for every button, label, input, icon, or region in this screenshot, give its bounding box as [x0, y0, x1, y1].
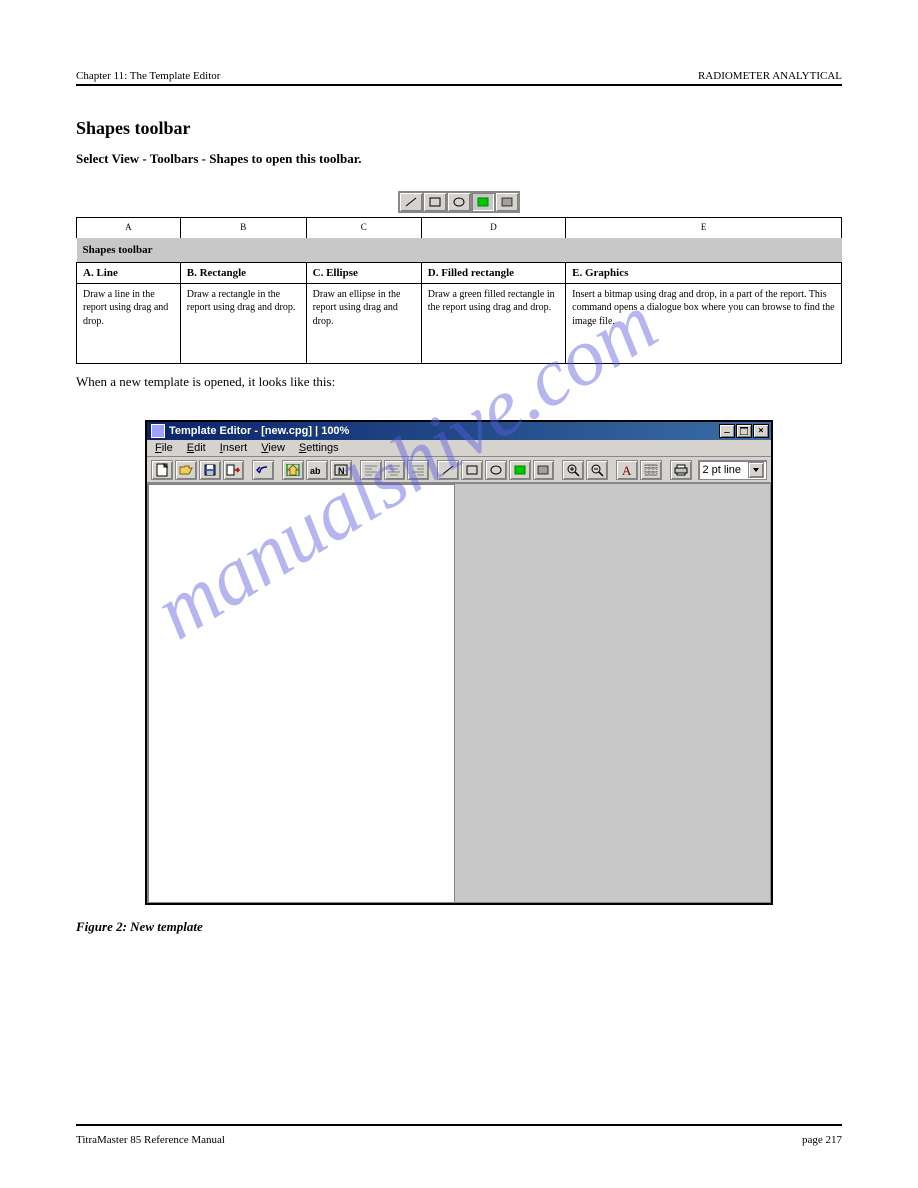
align-center-button[interactable] [384, 460, 406, 480]
svg-text:ab: ab [310, 466, 321, 476]
cell-desc-e: Insert a bitmap using drag and drop, in … [566, 283, 842, 363]
dropdown-label: 2 pt line [703, 464, 742, 476]
figure-intro-para: When a new template is opened, it looks … [76, 374, 842, 391]
menubar: File Edit Insert View Settings [147, 440, 771, 457]
cell-desc-c: Draw an ellipse in the report using drag… [306, 283, 421, 363]
save-button[interactable] [199, 460, 221, 480]
col-label-e: E [566, 218, 842, 238]
menu-settings[interactable]: Settings [299, 442, 339, 454]
home-button[interactable] [282, 460, 304, 480]
figure-caption: Figure 2: New template [76, 919, 842, 935]
zoom-out-button[interactable] [586, 460, 608, 480]
cell-name-b: B. Rectangle [180, 262, 306, 283]
col-label-d: D [421, 218, 565, 238]
field-button[interactable]: N [330, 460, 352, 480]
line-icon [399, 192, 423, 212]
titlebar: Template Editor - [new.cpg] | 100% _ × [147, 422, 771, 440]
window-title: Template Editor - [new.cpg] | 100% [169, 425, 349, 437]
footer-right: page 217 [802, 1134, 842, 1146]
print-button[interactable] [670, 460, 692, 480]
section-title: Shapes toolbar [76, 118, 842, 139]
section-subtitle: Select View - Toolbars - Shapes to open … [76, 151, 842, 167]
cell-name-e: E. Graphics [566, 262, 842, 283]
header-left: Chapter 11: The Template Editor [76, 70, 220, 82]
header-rule [76, 84, 842, 86]
font-button[interactable]: A [616, 460, 638, 480]
new-button[interactable] [151, 460, 173, 480]
app-icon [151, 424, 165, 438]
open-button[interactable] [175, 460, 197, 480]
header-right: RADIOMETER ANALYTICAL [698, 70, 842, 82]
cell-name-a: A. Line [77, 262, 181, 283]
cell-desc-d: Draw a green filled rectangle in the rep… [421, 283, 565, 363]
menu-view[interactable]: View [261, 442, 285, 454]
toolbar-filled-rectangle-icon[interactable] [509, 460, 531, 480]
close-button[interactable]: × [753, 424, 769, 438]
align-right-button[interactable] [407, 460, 429, 480]
shapes-toolbar-image [398, 191, 520, 213]
exit-button[interactable] [223, 460, 245, 480]
menu-file[interactable]: File [155, 442, 173, 454]
graphics-icon [495, 192, 519, 212]
toolbar-line-icon[interactable] [437, 460, 459, 480]
grid-button[interactable] [640, 460, 662, 480]
undo-button[interactable] [252, 460, 274, 480]
canvas-area [147, 483, 771, 903]
filled-rectangle-icon [471, 192, 495, 212]
ellipse-icon [447, 192, 471, 212]
svg-text:A: A [622, 463, 632, 477]
main-toolbar: ab N A 2 pt line [147, 457, 771, 483]
shapes-toolbar-table: A B C D E Shapes toolbar A. Line B. Rect… [76, 185, 842, 364]
chevron-down-icon [748, 462, 764, 478]
minimize-button[interactable]: _ [719, 424, 735, 438]
menu-edit[interactable]: Edit [187, 442, 206, 454]
template-editor-window: Template Editor - [new.cpg] | 100% _ × F… [145, 420, 773, 905]
template-canvas[interactable] [147, 483, 455, 903]
cell-name-d: D. Filled rectangle [421, 262, 565, 283]
col-label-a: A [77, 218, 181, 238]
canvas-background [455, 483, 771, 903]
maximize-button[interactable] [736, 424, 752, 438]
align-left-button[interactable] [360, 460, 382, 480]
zoom-in-button[interactable] [562, 460, 584, 480]
footer-left: TitraMaster 85 Reference Manual [76, 1134, 225, 1146]
table-band: Shapes toolbar [77, 238, 842, 263]
text-button[interactable]: ab [306, 460, 328, 480]
toolbar-rectangle-icon[interactable] [461, 460, 483, 480]
cell-desc-b: Draw a rectangle in the report using dra… [180, 283, 306, 363]
toolbar-graphics-icon[interactable] [533, 460, 555, 480]
toolbar-ellipse-icon[interactable] [485, 460, 507, 480]
menu-insert[interactable]: Insert [220, 442, 248, 454]
rectangle-icon [423, 192, 447, 212]
cell-name-c: C. Ellipse [306, 262, 421, 283]
line-weight-dropdown[interactable]: 2 pt line [698, 460, 768, 480]
col-label-b: B [180, 218, 306, 238]
svg-text:N: N [338, 466, 345, 476]
col-label-c: C [306, 218, 421, 238]
footer-rule [76, 1124, 842, 1126]
cell-desc-a: Draw a line in the report using drag and… [77, 283, 181, 363]
